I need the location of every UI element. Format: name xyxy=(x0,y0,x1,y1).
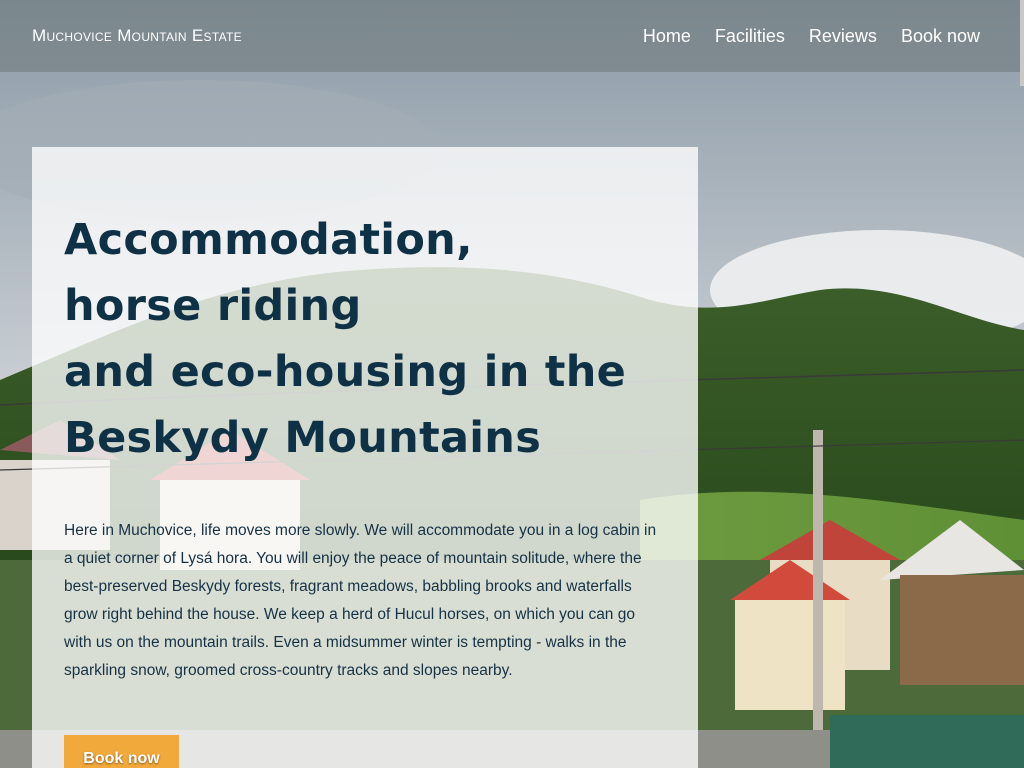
nav-link-book-now[interactable]: Book now xyxy=(901,26,980,47)
hero-description: Here in Muchovice, life moves more slowl… xyxy=(64,522,657,679)
nav-link-reviews[interactable]: Reviews xyxy=(809,26,877,47)
page: Muchovice Mountain Estate Home Facilitie… xyxy=(0,0,1024,768)
hero-card: Accommodation, horse riding and eco-hous… xyxy=(32,147,698,768)
book-now-button[interactable]: Book now xyxy=(64,735,179,768)
nav-link-facilities[interactable]: Facilities xyxy=(715,26,785,47)
nav-link-home[interactable]: Home xyxy=(643,26,691,47)
main-nav: Home Facilities Reviews Book now xyxy=(643,26,980,47)
hero-title: Accommodation, horse riding and eco-hous… xyxy=(64,207,666,471)
hero-title-line: horse riding xyxy=(64,281,362,331)
brand-logo-link[interactable]: Muchovice Mountain Estate xyxy=(32,26,242,46)
hero-title-line: Accommodation, xyxy=(64,215,473,265)
scrollbar-thumb[interactable] xyxy=(1020,0,1024,86)
page-scrollbar[interactable] xyxy=(1020,0,1024,768)
hero-title-line: Beskydy Mountains xyxy=(64,413,542,463)
hero-title-line: and eco-housing in the xyxy=(64,347,627,397)
top-navbar: Muchovice Mountain Estate Home Facilitie… xyxy=(0,0,1024,72)
